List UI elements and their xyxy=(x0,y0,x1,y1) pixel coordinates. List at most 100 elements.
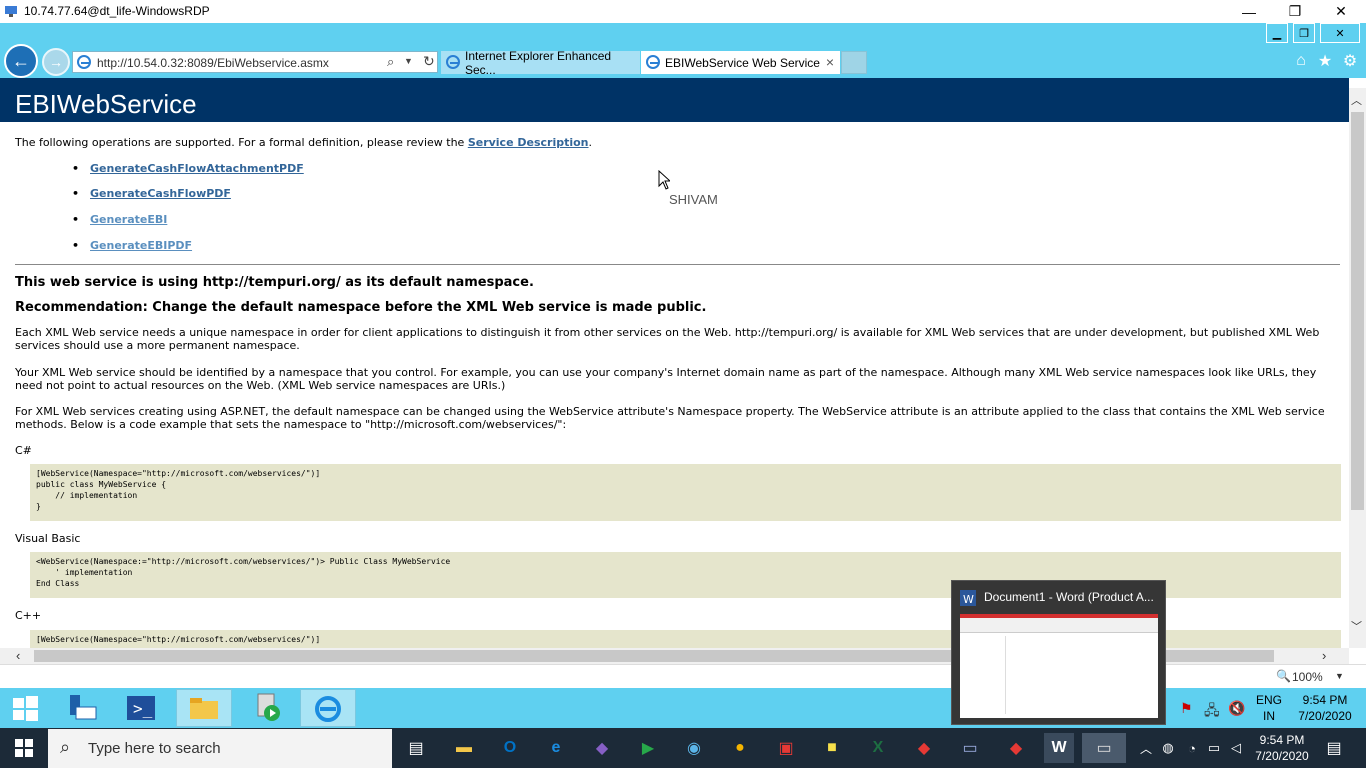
media-player-icon[interactable] xyxy=(244,690,290,726)
scroll-up-arrow-icon[interactable]: ︿ xyxy=(1351,92,1362,108)
paragraph-2: Your XML Web service should be identifie… xyxy=(15,366,1317,392)
volume-muted-icon[interactable]: 🔇 xyxy=(1228,700,1245,717)
remote-time: 9:54 PM xyxy=(1302,693,1348,707)
internet-explorer-icon[interactable] xyxy=(300,689,356,727)
restore-button[interactable]: ❐ xyxy=(1272,0,1318,23)
language-code: ENG xyxy=(1255,693,1282,707)
mouse-cursor-icon xyxy=(658,169,672,193)
new-tab-button[interactable] xyxy=(841,51,867,74)
remote-clock[interactable]: 9:54 PM 7/20/2020 xyxy=(1292,692,1358,724)
excel-icon[interactable]: X xyxy=(862,733,894,763)
vb-label: Visual Basic xyxy=(15,532,81,545)
word-icon[interactable]: W xyxy=(1044,733,1074,763)
operation-link[interactable]: GenerateEBIPDF xyxy=(72,239,192,252)
zoom-level[interactable]: 100% xyxy=(1292,670,1323,684)
scroll-left-arrow-icon[interactable]: ‹ xyxy=(16,648,20,663)
browser-restore-button[interactable]: ❐ xyxy=(1293,23,1315,43)
powershell-icon[interactable]: >_ xyxy=(118,690,164,726)
word-icon: W xyxy=(960,590,976,609)
page-title: EBIWebService xyxy=(15,89,197,119)
internet-explorer-icon[interactable]: e xyxy=(540,733,572,763)
anydesk-icon-2[interactable]: ◆ xyxy=(1000,733,1032,763)
chrome-icon[interactable]: ● xyxy=(724,733,756,763)
network-icon[interactable]: 🖧 xyxy=(1204,700,1220,724)
back-button[interactable]: ← xyxy=(4,44,38,78)
region-code: IN xyxy=(1263,709,1275,723)
notifications-icon[interactable]: ▤ xyxy=(1318,733,1350,763)
volume-icon[interactable]: ◁ xyxy=(1220,733,1252,763)
search-icon: ⌕ xyxy=(60,737,71,757)
file-explorer-icon[interactable] xyxy=(176,689,232,727)
recommendation-heading: Recommendation: Change the default names… xyxy=(15,300,707,315)
rdp-window-title: 10.74.77.64@dt_life-WindowsRDP xyxy=(24,4,210,18)
taskbar-clock[interactable]: 9:54 PM 7/20/2020 xyxy=(1254,732,1310,764)
tab-ebiwebservice[interactable]: EBIWebService Web Service × xyxy=(641,51,840,74)
ie-tab-icon xyxy=(446,55,460,69)
browser-minimize-button[interactable]: ▁ xyxy=(1266,23,1288,43)
operation-link[interactable]: GenerateEBI xyxy=(72,213,167,226)
notepad-icon[interactable]: ▭ xyxy=(954,733,986,763)
search-icon[interactable]: ⌕ xyxy=(387,54,394,70)
favorites-icon[interactable]: ★ xyxy=(1314,50,1336,72)
divider xyxy=(15,264,1340,265)
namespace-heading: This web service is using http://tempuri… xyxy=(15,275,534,290)
clock-date: 7/20/2020 xyxy=(1255,749,1309,763)
anydesk-icon[interactable]: ◆ xyxy=(908,733,940,763)
vertical-scroll-thumb[interactable] xyxy=(1351,112,1364,510)
antivirus-icon[interactable]: ▣ xyxy=(770,733,802,763)
minimize-button[interactable]: — xyxy=(1226,0,1272,23)
network-flag-icon[interactable]: ⚑ xyxy=(1180,700,1193,717)
tab-label: Internet Explorer Enhanced Sec... xyxy=(465,48,612,77)
clock-time: 9:54 PM xyxy=(1259,733,1305,747)
browser-close-button[interactable]: ✕ xyxy=(1320,23,1360,43)
word-thumbnail-preview[interactable]: W Document1 - Word (Product A... xyxy=(951,580,1166,725)
service-description-link[interactable]: Service Description xyxy=(468,136,589,149)
tab-close-icon[interactable]: × xyxy=(826,54,834,70)
zoom-dropdown-icon[interactable]: ▼ xyxy=(1335,671,1344,681)
outlook-icon[interactable]: O xyxy=(494,733,526,763)
tab-label: EBIWebService Web Service xyxy=(665,55,820,70)
tab-ie-enhanced-security[interactable]: Internet Explorer Enhanced Sec... xyxy=(441,48,640,77)
globe-icon[interactable]: ◉ xyxy=(678,733,710,763)
task-view-icon[interactable]: ▤ xyxy=(400,733,432,763)
settings-gear-icon[interactable]: ⚙ xyxy=(1339,50,1361,72)
intro-suffix: . xyxy=(588,136,593,149)
scroll-down-arrow-icon[interactable]: ﹀ xyxy=(1351,618,1362,634)
operation-link[interactable]: GenerateCashFlowPDF xyxy=(72,187,231,200)
operation-link[interactable]: GenerateCashFlowAttachmentPDF xyxy=(72,162,304,175)
code-block-csharp: [WebService(Namespace="http://microsoft.… xyxy=(30,464,1341,521)
ie-page-icon xyxy=(77,55,91,69)
svg-text:>_: >_ xyxy=(133,699,153,718)
scroll-right-arrow-icon[interactable]: › xyxy=(1322,648,1326,663)
address-url[interactable]: http://10.54.0.32:8089/EbiWebservice.asm… xyxy=(97,56,329,70)
zoom-icon[interactable]: 🔍 xyxy=(1276,669,1291,683)
intro-prefix: The following operations are supported. … xyxy=(15,136,468,149)
ie-tab-icon xyxy=(646,55,660,69)
forward-button[interactable]: → xyxy=(42,48,70,76)
start-windows-icon[interactable] xyxy=(2,690,48,726)
sticky-notes-icon[interactable]: ■ xyxy=(816,733,848,763)
language-indicator[interactable]: ENG IN xyxy=(1250,692,1288,724)
file-explorer-icon[interactable]: ▬ xyxy=(448,733,480,763)
dropdown-arrow-icon[interactable]: ▼ xyxy=(404,56,413,66)
rdp-title-bar: 10.74.77.64@dt_life-WindowsRDP — ❐ ✕ xyxy=(0,0,1366,23)
thumbnail-title: Document1 - Word (Product A... xyxy=(984,590,1154,604)
taskbar-search-box[interactable]: ⌕ Type here to search xyxy=(48,729,392,768)
csharp-label: C# xyxy=(15,444,32,457)
intro-text: The following operations are supported. … xyxy=(15,136,1335,149)
search-placeholder: Type here to search xyxy=(88,740,221,757)
close-button[interactable]: ✕ xyxy=(1318,0,1364,23)
home-icon[interactable]: ⌂ xyxy=(1290,50,1312,72)
paragraph-3: For XML Web services creating using ASP.… xyxy=(15,405,1325,431)
address-bar[interactable]: http://10.54.0.32:8089/EbiWebservice.asm… xyxy=(72,51,438,73)
refresh-icon[interactable]: ↻ xyxy=(423,53,435,70)
remote-desktop-icon xyxy=(4,4,18,18)
media-player-icon[interactable]: ▶ xyxy=(632,733,664,763)
visual-studio-icon[interactable]: ◆ xyxy=(586,733,618,763)
overlay-label: SHIVAM xyxy=(669,192,718,207)
svg-text:W: W xyxy=(963,593,974,606)
paragraph-1: Each XML Web service needs a unique name… xyxy=(15,326,1320,352)
server-manager-icon[interactable] xyxy=(58,690,104,726)
remote-desktop-icon[interactable]: ▭ xyxy=(1082,733,1126,763)
windows-start-icon[interactable] xyxy=(8,733,40,763)
